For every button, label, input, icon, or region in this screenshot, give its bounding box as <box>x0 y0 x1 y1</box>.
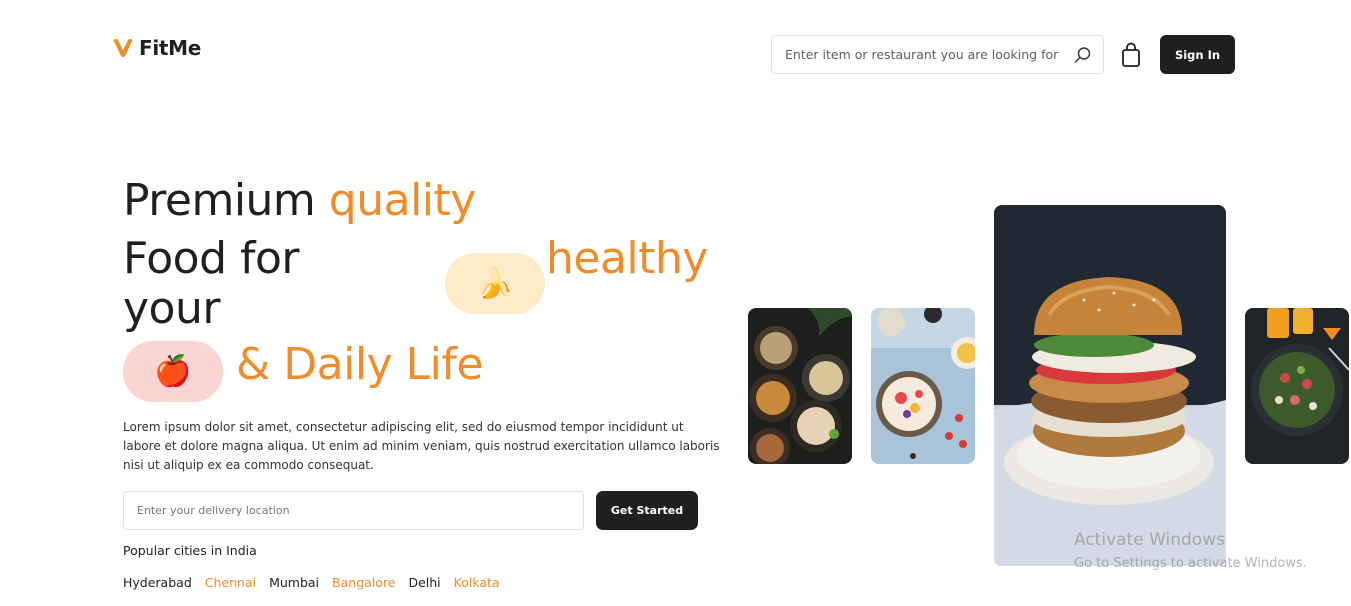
search-icon[interactable] <box>1073 45 1093 65</box>
delivery-location-field[interactable] <box>123 491 584 530</box>
apple-icon: 🍎 <box>154 354 192 389</box>
search-bar[interactable] <box>771 35 1104 74</box>
city-link[interactable]: Kolkata <box>454 575 500 590</box>
shopping-bag-icon[interactable] <box>1120 42 1142 68</box>
city-link[interactable]: Hyderabad <box>123 575 192 590</box>
headline-daily-life: & Daily Life <box>236 339 483 390</box>
headline-healthy: healthy <box>546 233 708 284</box>
get-started-button[interactable]: Get Started <box>596 491 698 530</box>
banana-icon: 🍌 <box>476 266 514 301</box>
sign-in-button[interactable]: Sign In <box>1160 35 1235 74</box>
windows-watermark-subtitle: Go to Settings to activate Windows. <box>1074 556 1307 571</box>
bowls-image <box>748 308 852 464</box>
banana-pill: 🍌 <box>445 253 545 314</box>
apple-pill: 🍎 <box>123 341 223 402</box>
headline-quality: quality <box>328 175 477 226</box>
fitme-logo-icon <box>113 39 133 57</box>
search-input[interactable] <box>785 47 1073 62</box>
headline-food-for: Food for <box>123 233 300 284</box>
food-card-burger[interactable] <box>994 205 1226 566</box>
city-link[interactable]: Delhi <box>408 575 440 590</box>
headline-line-1: Premium quality <box>123 176 476 226</box>
city-link[interactable]: Bangalore <box>332 575 395 590</box>
headline-your: your <box>123 283 220 334</box>
logo[interactable]: FitMe <box>113 36 201 60</box>
city-list: Hyderabad Chennai Mumbai Bangalore Delhi… <box>123 575 500 590</box>
salad-image <box>1245 308 1349 464</box>
city-link[interactable]: Chennai <box>205 575 256 590</box>
food-card-bowls[interactable] <box>748 308 852 464</box>
logo-text: FitMe <box>139 36 202 60</box>
food-card-smoothie-bowl[interactable] <box>871 308 975 464</box>
city-link[interactable]: Mumbai <box>269 575 319 590</box>
headline-premium: Premium <box>123 175 316 226</box>
delivery-location-input[interactable] <box>137 504 570 517</box>
smoothie-bowl-image <box>871 308 975 464</box>
burger-image <box>994 205 1226 566</box>
windows-watermark-title: Activate Windows <box>1074 530 1225 550</box>
food-card-salad[interactable] <box>1245 308 1349 464</box>
popular-cities-title: Popular cities in India <box>123 543 257 558</box>
hero-description: Lorem ipsum dolor sit amet, consectetur … <box>123 420 720 472</box>
